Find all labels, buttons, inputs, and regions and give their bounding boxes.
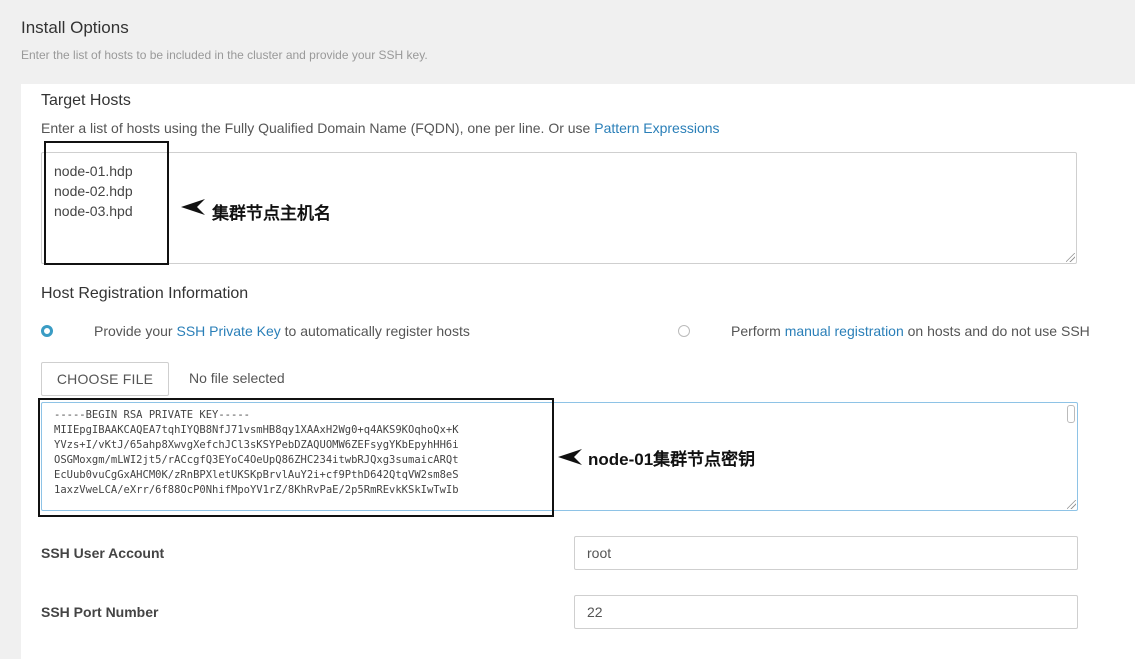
page-title: Install Options xyxy=(21,18,129,37)
choose-file-button[interactable]: CHOOSE FILE xyxy=(41,362,169,396)
host-line: node-02.hdp xyxy=(54,183,133,199)
target-hosts-title: Target Hosts xyxy=(41,92,131,109)
host-registration-title: Host Registration Information xyxy=(41,285,249,302)
host-line: node-03.hpd xyxy=(54,203,133,219)
ssh-user-label: SSH User Account xyxy=(41,545,165,561)
radio-manual-label[interactable]: Perform manual registration on hosts and… xyxy=(731,323,1090,339)
radio-ssh-prefix: Provide your xyxy=(94,323,177,339)
resize-grip-icon[interactable] xyxy=(1067,500,1076,509)
target-hosts-hint-text: Enter a list of hosts using the Fully Qu… xyxy=(41,120,595,136)
install-options-card: Target Hosts Enter a list of hosts using… xyxy=(21,84,1135,659)
manual-registration-link[interactable]: manual registration xyxy=(785,323,904,339)
arrow-left-icon xyxy=(558,449,582,465)
key-annotation-box xyxy=(38,398,554,517)
target-hosts-hint: Enter a list of hosts using the Fully Qu… xyxy=(41,120,720,136)
hosts-annotation-box xyxy=(44,141,169,265)
radio-manual-registration[interactable] xyxy=(678,325,690,337)
radio-ssh-key[interactable] xyxy=(41,325,53,337)
key-annotation-label: node-01集群节点密钥 xyxy=(588,450,756,469)
key-scrollbar-thumb[interactable] xyxy=(1067,405,1075,423)
radio-manual-suffix: on hosts and do not use SSH xyxy=(903,323,1090,339)
hosts-annotation-label: 集群节点主机名 xyxy=(212,204,331,223)
ssh-port-label: SSH Port Number xyxy=(41,604,159,620)
host-line: node-01.hdp xyxy=(54,163,133,179)
key-scrollbar[interactable] xyxy=(1065,405,1075,508)
ssh-port-input[interactable]: 22 xyxy=(574,595,1078,629)
file-status: No file selected xyxy=(189,370,285,386)
radio-manual-prefix: Perform xyxy=(731,323,785,339)
page-subtitle: Enter the list of hosts to be included i… xyxy=(21,48,428,62)
resize-grip-icon[interactable] xyxy=(1066,253,1075,262)
ssh-user-input[interactable]: root xyxy=(574,536,1078,570)
pattern-expressions-link[interactable]: Pattern Expressions xyxy=(594,120,719,136)
ssh-private-key-link[interactable]: SSH Private Key xyxy=(176,323,280,339)
radio-ssh-suffix: to automatically register hosts xyxy=(280,323,470,339)
radio-ssh-key-label[interactable]: Provide your SSH Private Key to automati… xyxy=(94,323,470,339)
arrow-left-icon xyxy=(181,199,205,215)
